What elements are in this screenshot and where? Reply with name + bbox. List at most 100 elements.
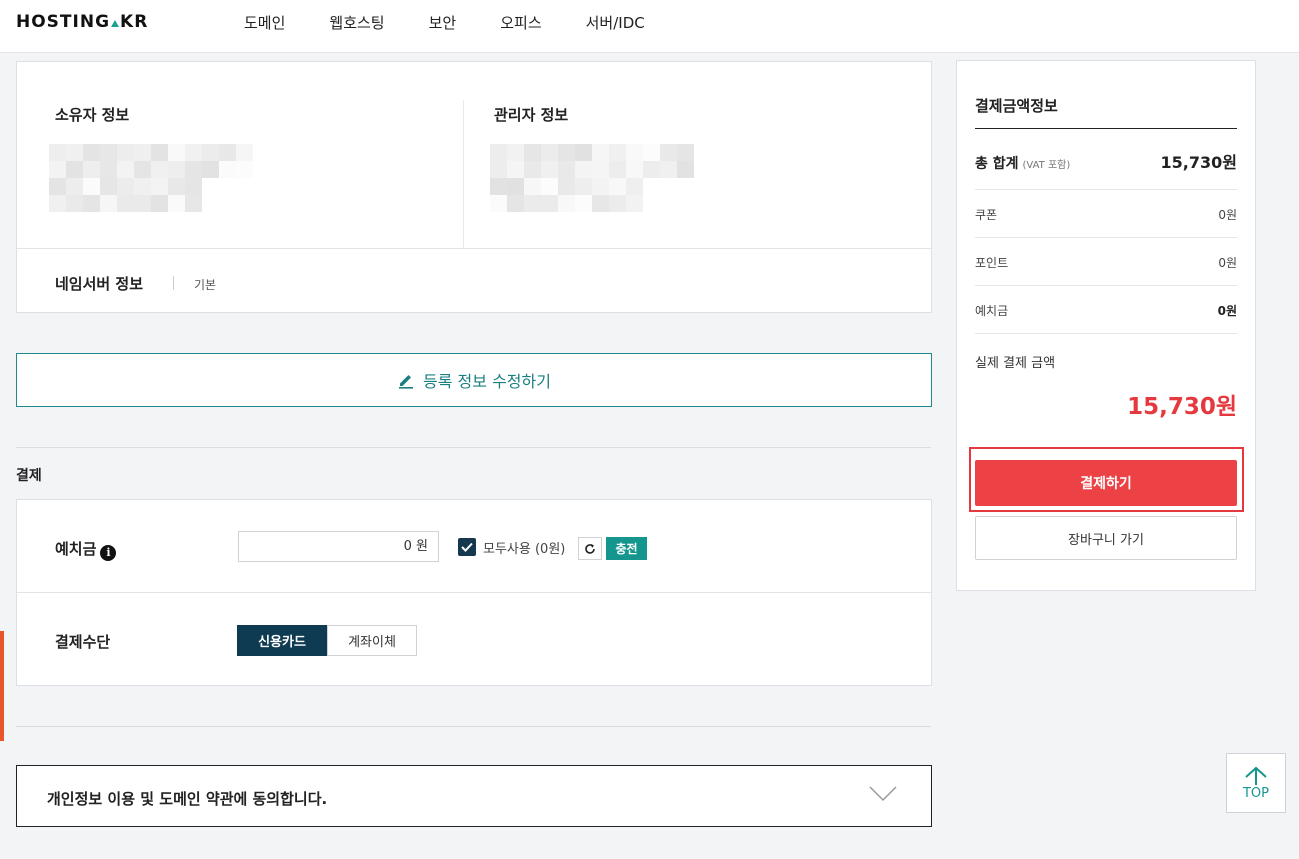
edit-registration-label: 등록 정보 수정하기 — [423, 372, 551, 391]
redaction-pixel — [151, 178, 168, 195]
nav-item-domain[interactable]: 도메인 — [222, 12, 307, 33]
total-value: 15,730원 — [1160, 153, 1237, 172]
total-row: 총 합계 (VAT 포함) 15,730원 — [975, 149, 1237, 173]
redaction-pixel — [592, 144, 609, 161]
redaction-pixel — [626, 161, 643, 178]
checkmark-icon — [461, 542, 473, 552]
nameserver-title: 네임서버 정보 — [55, 275, 144, 293]
deposit-summary-label: 예치금 — [975, 304, 1009, 318]
redaction-pixel — [524, 161, 541, 178]
redaction-pixel — [83, 161, 100, 178]
column-divider — [463, 100, 464, 248]
redaction-pixel — [151, 144, 168, 161]
coupon-value: 0원 — [1218, 208, 1237, 222]
redaction-pixel — [609, 195, 626, 212]
redaction-pixel — [507, 161, 524, 178]
method-bank-transfer[interactable]: 계좌이체 — [327, 625, 417, 656]
nav-item-server-idc[interactable]: 서버/IDC — [564, 12, 667, 33]
use-all-checkbox[interactable] — [458, 538, 476, 556]
method-credit-card[interactable]: 신용카드 — [237, 625, 327, 656]
redaction-pixel — [575, 144, 592, 161]
redaction-pixel — [609, 178, 626, 195]
nav-item-security[interactable]: 보안 — [407, 12, 479, 33]
redaction-pixel — [643, 195, 660, 212]
redaction-pixel — [219, 144, 236, 161]
side-tab-marker[interactable] — [0, 631, 4, 741]
scroll-to-top-button[interactable]: TOP — [1226, 753, 1286, 813]
deposit-amount-input[interactable]: 0 원 — [238, 531, 439, 562]
chevron-down-icon — [869, 786, 897, 806]
hosting-kr-logo[interactable]: HOSTING KR — [16, 12, 148, 32]
row-divider — [975, 333, 1237, 334]
redaction-pixel — [643, 178, 660, 195]
edit-registration-button[interactable]: 등록 정보 수정하기 — [16, 353, 932, 407]
redaction-pixel — [134, 161, 151, 178]
deposit-row: 예치금 i 0 원 모두사용 (0원) 충전 — [17, 500, 931, 593]
redaction-pixel — [219, 161, 236, 178]
redaction-pixel — [677, 195, 694, 212]
section-divider — [16, 447, 931, 448]
nav-item-webhosting[interactable]: 웹호스팅 — [307, 12, 406, 33]
redaction-pixel — [219, 178, 236, 195]
owner-info-redacted — [49, 144, 253, 212]
payment-summary-panel: 결제금액정보 총 합계 (VAT 포함) 15,730원 쿠폰 0원 포인트 0원… — [956, 60, 1256, 591]
redaction-pixel — [643, 161, 660, 178]
redaction-pixel — [507, 195, 524, 212]
redaction-pixel — [541, 161, 558, 178]
redaction-pixel — [490, 144, 507, 161]
refresh-icon[interactable] — [578, 537, 602, 560]
redaction-pixel — [558, 161, 575, 178]
redaction-pixel — [609, 161, 626, 178]
payment-method-title: 결제수단 — [55, 633, 111, 651]
divider — [173, 276, 174, 290]
pay-button[interactable]: 결제하기 — [975, 460, 1237, 506]
redaction-pixel — [524, 195, 541, 212]
info-icon[interactable]: i — [100, 544, 117, 561]
redaction-pixel — [168, 161, 185, 178]
top-label: TOP — [1242, 785, 1269, 801]
registrant-info-card: 소유자 정보 관리자 정보 네임서버 정보 기본 — [16, 61, 932, 313]
redaction-pixel — [660, 178, 677, 195]
row-divider — [975, 237, 1237, 238]
charge-button[interactable]: 충전 — [606, 537, 647, 560]
redaction-pixel — [202, 178, 219, 195]
redaction-pixel — [117, 144, 134, 161]
row-divider — [975, 189, 1237, 190]
point-row: 포인트 0원 — [975, 254, 1237, 271]
use-all-label[interactable]: 모두사용 (0원) — [483, 538, 565, 557]
main-nav: 도메인 웹호스팅 보안 오피스 서버/IDC — [222, 12, 667, 33]
redaction-pixel — [575, 178, 592, 195]
terms-agreement-text: 개인정보 이용 및 도메인 약관에 동의합니다. — [47, 790, 328, 808]
redaction-pixel — [490, 178, 507, 195]
nav-item-office[interactable]: 오피스 — [478, 12, 563, 33]
final-amount-value: 15,730원 — [1127, 394, 1237, 420]
summary-title: 결제금액정보 — [975, 97, 1058, 115]
logo-text: HOSTING — [16, 12, 111, 32]
redaction-pixel — [558, 195, 575, 212]
redaction-pixel — [168, 195, 185, 212]
redaction-pixel — [49, 144, 66, 161]
redaction-pixel — [541, 144, 558, 161]
redaction-pixel — [66, 178, 83, 195]
point-label: 포인트 — [975, 256, 1009, 270]
terms-agreement-accordion[interactable]: 개인정보 이용 및 도메인 약관에 동의합니다. — [16, 765, 932, 827]
redaction-pixel — [134, 178, 151, 195]
redaction-pixel — [185, 161, 202, 178]
go-to-cart-button[interactable]: 장바구니 가기 — [975, 516, 1237, 560]
admin-info-title: 관리자 정보 — [494, 106, 569, 124]
point-value: 0원 — [1218, 256, 1237, 270]
redaction-pixel — [524, 178, 541, 195]
redaction-pixel — [83, 178, 100, 195]
redaction-pixel — [134, 144, 151, 161]
redaction-pixel — [558, 178, 575, 195]
redaction-pixel — [490, 195, 507, 212]
redaction-pixel — [541, 178, 558, 195]
redaction-pixel — [575, 195, 592, 212]
coupon-label: 쿠폰 — [975, 208, 998, 222]
deposit-summary-value: 0원 — [1217, 304, 1237, 318]
redaction-pixel — [490, 161, 507, 178]
payment-card: 예치금 i 0 원 모두사용 (0원) 충전 결제수단 신용카드 계좌이체 — [16, 499, 932, 686]
redaction-pixel — [100, 195, 117, 212]
redaction-pixel — [575, 161, 592, 178]
redaction-pixel — [100, 144, 117, 161]
